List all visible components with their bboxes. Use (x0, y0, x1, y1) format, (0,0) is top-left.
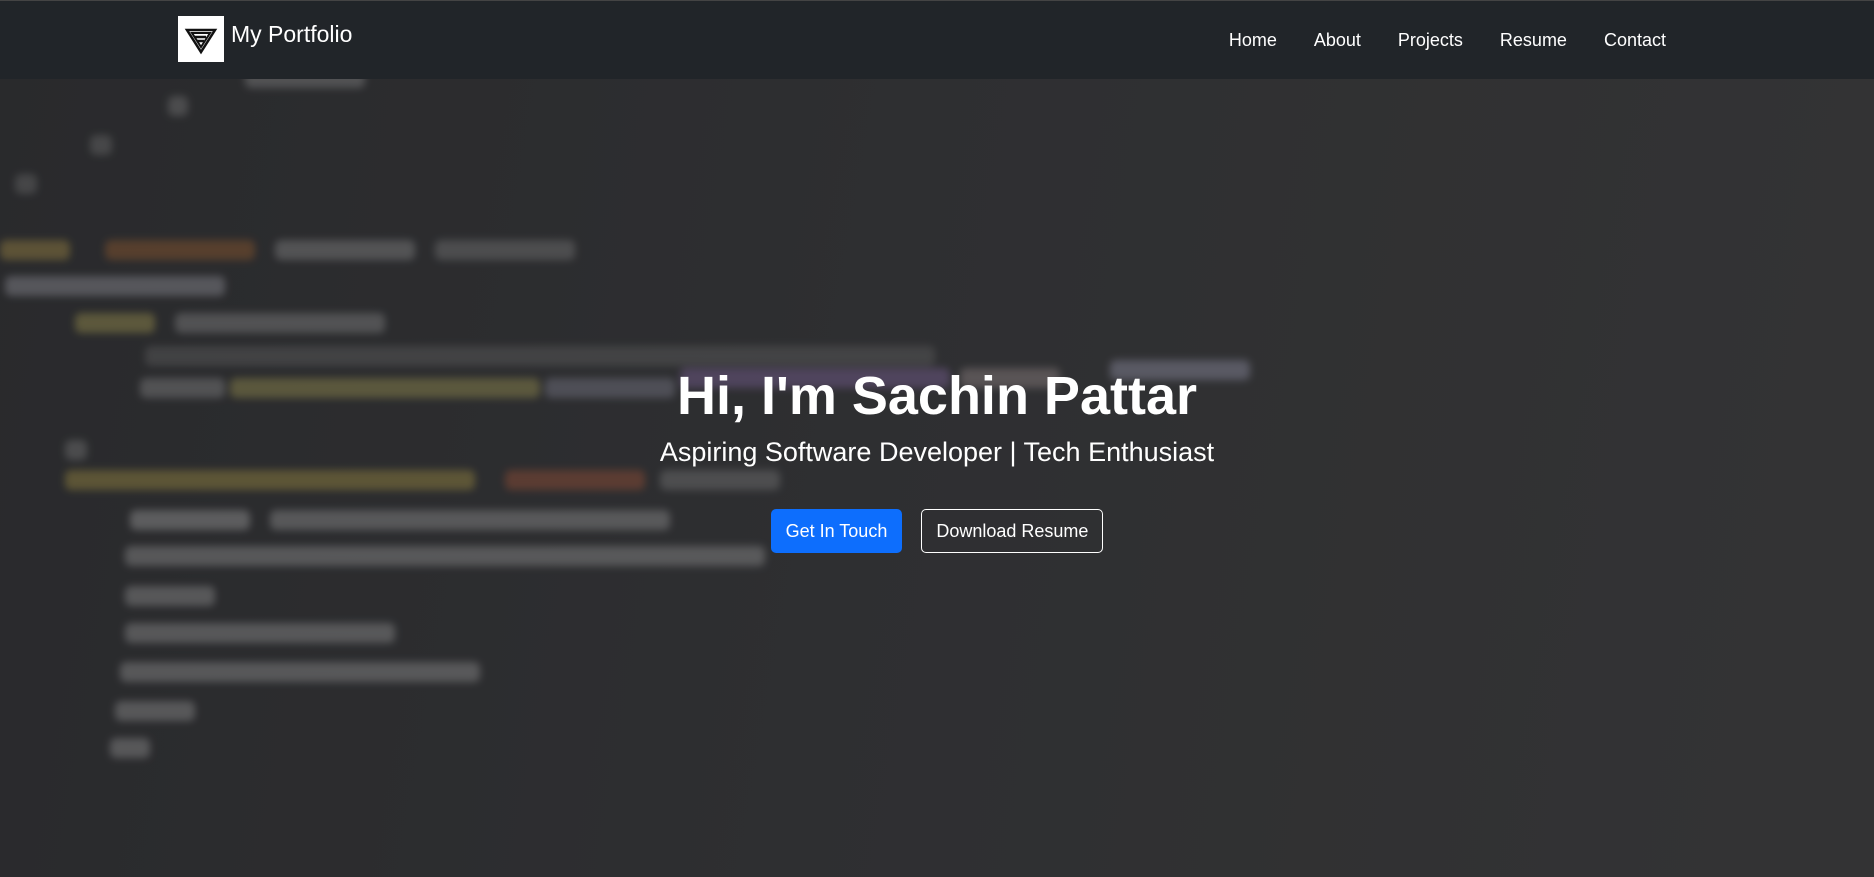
brand-name: My Portfolio (231, 20, 353, 47)
hero-title: Hi, I'm Sachin Pattar (677, 366, 1197, 426)
nav-link-home[interactable]: Home (1229, 30, 1277, 51)
hero-subtitle: Aspiring Software Developer | Tech Enthu… (659, 437, 1215, 467)
portfolio-logo-icon (178, 16, 224, 62)
nav-links: Home About Projects Resume Contact (1192, 30, 1666, 51)
get-in-touch-button[interactable]: Get In Touch (770, 509, 903, 553)
nav-link-about[interactable]: About (1314, 30, 1361, 51)
nav-link-resume[interactable]: Resume (1500, 30, 1567, 51)
navbar: My Portfolio Home About Projects Resume … (0, 0, 1874, 79)
portfolio-page: My Portfolio Home About Projects Resume … (0, 0, 1874, 877)
hero-buttons: Get In Touch Download Resume (0, 509, 1874, 553)
nav-link-contact[interactable]: Contact (1604, 30, 1666, 51)
brand-link[interactable]: My Portfolio (178, 16, 352, 62)
download-resume-button[interactable]: Download Resume (921, 509, 1104, 553)
hero-content: Hi, I'm Sachin Pattar Aspiring Software … (0, 360, 1874, 553)
nav-link-projects[interactable]: Projects (1398, 30, 1463, 51)
